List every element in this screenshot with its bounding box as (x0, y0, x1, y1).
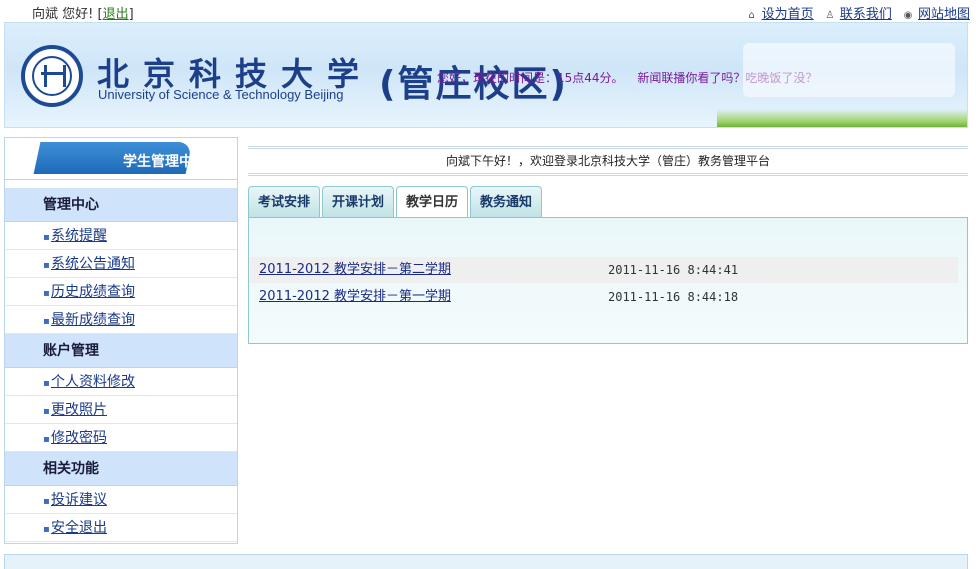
header-banner: 北京科技大学 University of Science & Technolog… (4, 22, 968, 128)
sidebar-item-change-photo[interactable]: ▪更改照片 (5, 396, 237, 424)
sidebar-group-related: 相关功能 (5, 452, 237, 486)
sidebar-item-edit-profile[interactable]: ▪个人资料修改 (5, 368, 237, 396)
top-bar: 向斌 您好! [退出] ⌂ 设为首页 ♙ 联系我们 ◉ 网站地图 (0, 0, 976, 22)
item-timestamp: 2011-11-16 8:44:18 (608, 290, 739, 304)
university-seal-logo (21, 45, 83, 107)
tab-academic-notices[interactable]: 教务通知 (470, 186, 543, 218)
sidebar: 学生管理中心 管理中心 ▪系统提醒 ▪系统公告通知 ▪历史成绩查询 ▪最新成绩查… (4, 137, 238, 544)
list-item: 2011-2012 教学安排－第二学期 2011-11-16 8:44:41 (250, 257, 958, 283)
top-links: ⌂ 设为首页 ♙ 联系我们 ◉ 网站地图 (740, 3, 970, 22)
contact-us-link[interactable]: 联系我们 (840, 7, 892, 22)
logout-link[interactable]: 退出 (103, 7, 129, 22)
calendar-link[interactable]: 2011-2012 教学安排－第二学期 (259, 257, 451, 283)
tab-teaching-calendar[interactable]: 教学日历 (396, 186, 469, 218)
sidebar-item-history-grades[interactable]: ▪历史成绩查询 (5, 278, 237, 306)
calendar-link[interactable]: 2011-2012 教学安排－第一学期 (259, 284, 451, 310)
set-homepage-link[interactable]: 设为首页 (762, 7, 814, 22)
user-greeting: 向斌 您好! [退出] (32, 7, 134, 22)
sidebar-group-management: 管理中心 (5, 188, 237, 222)
tab-course-plan[interactable]: 开课计划 (322, 186, 395, 218)
welcome-message: 向斌下午好！，欢迎登录北京科技大学（管庄）教务管理平台 (248, 146, 968, 176)
banner-grass-decoration (717, 109, 967, 127)
university-name-en: University of Science & Technology Beiji… (98, 87, 344, 102)
list-item: 2011-2012 教学安排－第一学期 2011-11-16 8:44:18 (250, 284, 958, 310)
sidebar-item-safe-logout[interactable]: ▪安全退出 (5, 514, 237, 542)
sidebar-group-account: 账户管理 (5, 334, 237, 368)
sidebar-item-feedback[interactable]: ▪投诉建议 (5, 486, 237, 514)
content-tabs: 考试安排 开课计划 教学日历 教务通知 (248, 186, 544, 218)
footer-bar (4, 554, 968, 569)
sidebar-item-announcements[interactable]: ▪系统公告通知 (5, 250, 237, 278)
sidebar-item-system-reminder[interactable]: ▪系统提醒 (5, 222, 237, 250)
sidebar-item-latest-grades[interactable]: ▪最新成绩查询 (5, 306, 237, 334)
globe-icon: ◉ (903, 10, 913, 21)
person-icon: ♙ (825, 10, 835, 21)
sidebar-item-change-password[interactable]: ▪修改密码 (5, 424, 237, 452)
tab-exam-schedule[interactable]: 考试安排 (248, 186, 321, 218)
tab-panel: 2011-2012 教学安排－第二学期 2011-11-16 8:44:41 2… (248, 217, 968, 344)
greeting-text: 您好! (62, 7, 94, 22)
time-message: 您好，现在的时间是：15点44分。 (437, 71, 624, 85)
item-timestamp: 2011-11-16 8:44:41 (608, 263, 739, 277)
banner-cloud-decoration (743, 43, 955, 97)
home-icon: ⌂ (748, 10, 755, 21)
sidebar-title: 学生管理中心 (123, 154, 207, 170)
sidebar-header: 学生管理中心 (5, 138, 237, 180)
user-name: 向斌 (32, 7, 59, 22)
site-map-link[interactable]: 网站地图 (918, 7, 970, 22)
